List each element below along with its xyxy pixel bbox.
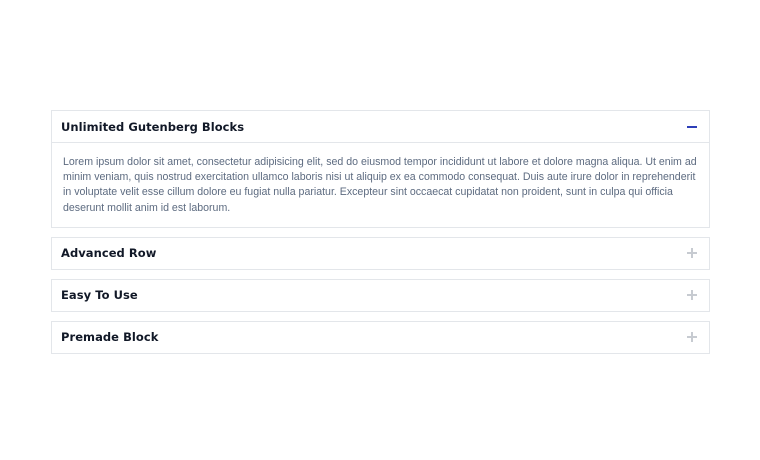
plus-icon[interactable] (686, 289, 698, 301)
accordion-title: Premade Block (61, 330, 159, 345)
plus-icon[interactable] (686, 247, 698, 259)
accordion-item-easy-to-use: Easy To Use (51, 278, 710, 312)
accordion-header-advanced-row[interactable]: Advanced Row (52, 238, 709, 269)
accordion: Unlimited Gutenberg Blocks Lorem ipsum d… (51, 110, 710, 363)
accordion-item-premade-block: Premade Block (51, 320, 710, 354)
accordion-panel-content: Lorem ipsum dolor sit amet, consectetur … (52, 142, 709, 227)
accordion-header-unlimited-gutenberg-blocks[interactable]: Unlimited Gutenberg Blocks (52, 111, 709, 142)
accordion-title: Advanced Row (61, 246, 157, 261)
accordion-title: Unlimited Gutenberg Blocks (61, 119, 245, 134)
minus-icon[interactable] (686, 121, 698, 133)
accordion-header-easy-to-use[interactable]: Easy To Use (52, 280, 709, 311)
accordion-item-unlimited-gutenberg-blocks: Unlimited Gutenberg Blocks Lorem ipsum d… (51, 110, 710, 228)
accordion-header-premade-block[interactable]: Premade Block (52, 322, 709, 353)
accordion-item-advanced-row: Advanced Row (51, 236, 710, 270)
accordion-title: Easy To Use (61, 288, 138, 303)
plus-icon[interactable] (686, 331, 698, 343)
